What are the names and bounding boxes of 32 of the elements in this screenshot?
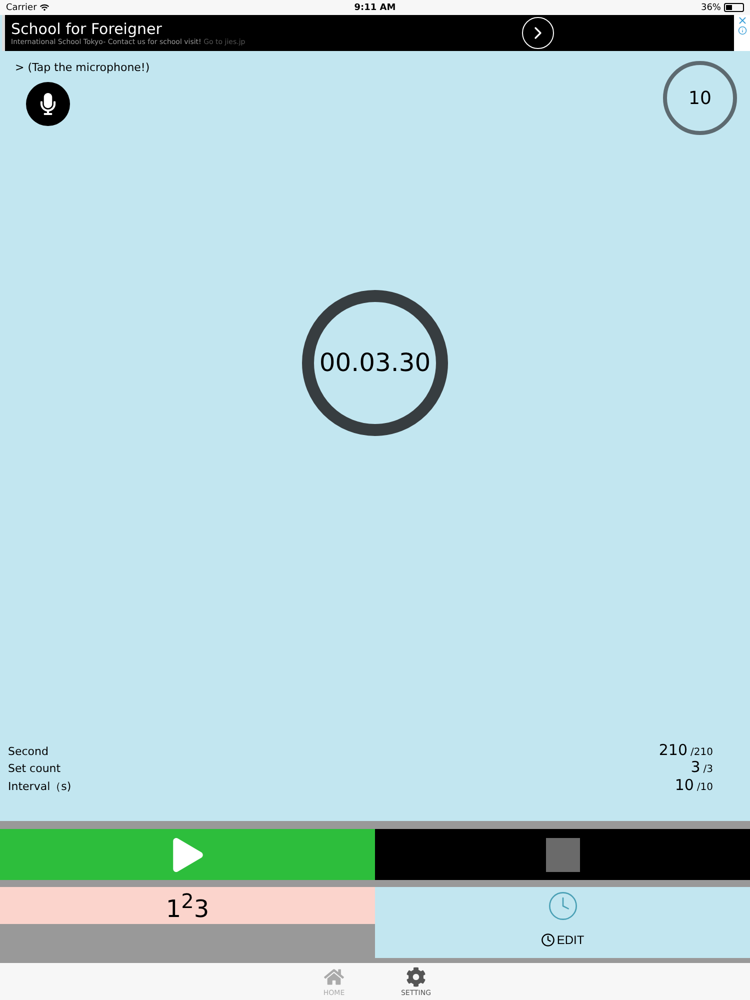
home-icon [324, 966, 344, 986]
countdown-ring: 10 [663, 61, 737, 135]
edit-button[interactable]: EDIT [375, 921, 750, 958]
battery-text: 36% [700, 2, 721, 12]
stat-label: Set count [8, 762, 61, 775]
hint-text: > (Tap the microphone!) [15, 61, 150, 74]
ad-title: School for Foreigner [11, 20, 163, 38]
stat-value: 10 [674, 776, 694, 794]
count-button[interactable]: 1$^{2}$3 [0, 887, 375, 924]
clock-icon [546, 890, 578, 922]
info-icon[interactable] [738, 26, 746, 35]
stop-button[interactable] [375, 829, 750, 880]
microphone-button[interactable] [26, 82, 70, 126]
stat-value: 3 [690, 758, 700, 776]
stop-icon [546, 838, 580, 872]
stat-total: /10 [696, 782, 713, 792]
stat-total: /210 [690, 746, 713, 758]
wifi-icon [40, 3, 49, 12]
stat-label: Interval（s) [8, 778, 72, 794]
clock-text: 9:11 AM [354, 2, 396, 12]
carrier-text: Carrier [6, 2, 37, 12]
ad-open-button[interactable] [522, 17, 554, 49]
battery-icon [724, 3, 744, 12]
stat-value: 210 [658, 740, 688, 758]
play-icon [170, 838, 204, 872]
gear-icon [406, 966, 426, 986]
stat-total: /3 [703, 764, 713, 775]
timer-ring: 00.03.30 [302, 290, 448, 436]
close-icon[interactable] [736, 15, 748, 26]
clock-icon [540, 932, 555, 946]
stat-label: Second [8, 744, 48, 758]
play-button[interactable] [0, 829, 375, 880]
